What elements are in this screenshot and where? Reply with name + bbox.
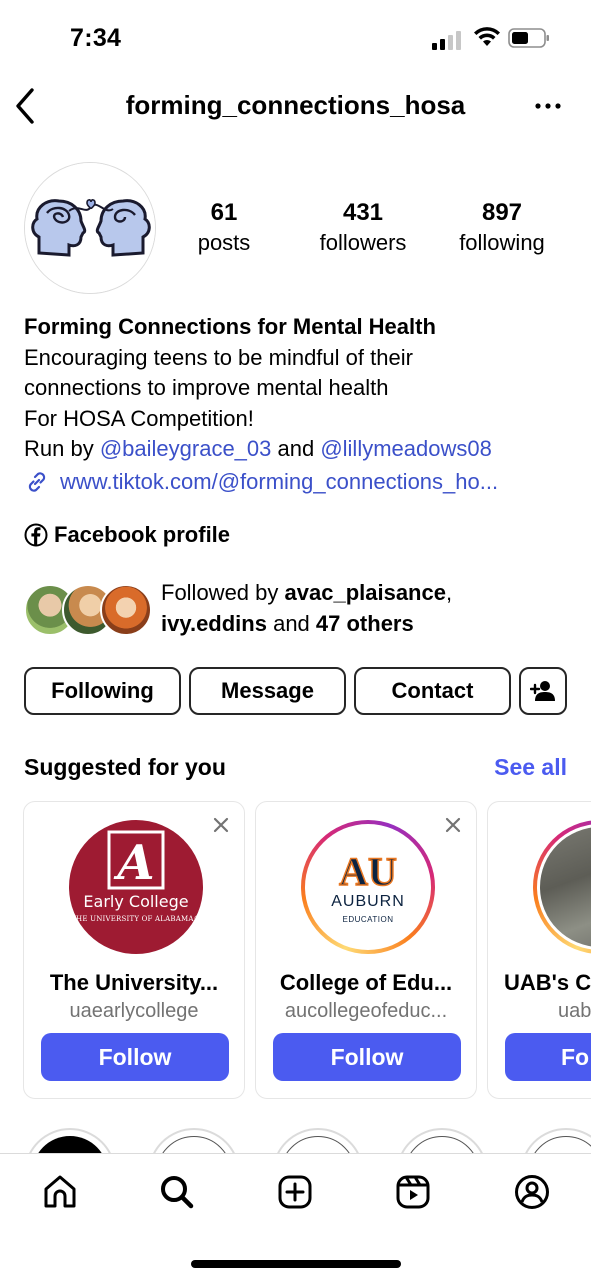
highlight-item[interactable]	[148, 1128, 240, 1154]
reels-icon[interactable]	[393, 1172, 433, 1212]
followed-by-text: Followed by avac_plaisance, ivy.eddins a…	[161, 578, 452, 639]
suggested-account-card[interactable]: UAB's C uab Fo	[487, 801, 591, 1099]
stat-following[interactable]: 897 following	[452, 198, 552, 258]
profile-icon[interactable]	[512, 1172, 552, 1212]
suggested-account-name: UAB's C	[504, 970, 591, 995]
stat-posts[interactable]: 61 posts	[194, 198, 254, 258]
avatar: AU AUBURN EDUCATION	[301, 820, 435, 954]
bio-website-link[interactable]: www.tiktok.com/@forming_connections_ho..…	[24, 467, 569, 498]
highlight-item[interactable]	[396, 1128, 488, 1154]
search-icon[interactable]	[157, 1172, 197, 1212]
dismiss-icon[interactable]	[212, 816, 230, 834]
highlight-item[interactable]	[24, 1128, 116, 1154]
wifi-icon	[474, 27, 500, 46]
suggested-account-name: College of Edu...	[279, 970, 453, 995]
suggested-account-handle: uaearlycollege	[69, 1000, 199, 1022]
suggested-users-button[interactable]	[519, 667, 567, 715]
highlight-item[interactable]	[520, 1128, 591, 1154]
alabama-logo-subtext: THE UNIVERSITY OF ALABAMA®	[71, 915, 201, 923]
home-indicator	[191, 1260, 401, 1268]
avatar	[100, 584, 152, 636]
suggested-account-handle: aucollegeofeduc...	[284, 1000, 448, 1022]
facebook-icon	[24, 523, 48, 547]
highlight-item[interactable]	[272, 1128, 364, 1154]
svg-text:A: A	[113, 835, 154, 891]
message-button[interactable]: Message	[189, 667, 346, 715]
following-button[interactable]: Following	[24, 667, 181, 715]
auburn-logo-text: AUBURN	[331, 893, 405, 910]
followed-by-prefix: Followed by	[161, 580, 285, 605]
profile-action-buttons: Following Message Contact	[24, 667, 569, 715]
follow-button[interactable]: Follow	[273, 1033, 461, 1081]
following-label: following	[459, 230, 545, 255]
mutual-followers-avatars	[24, 584, 154, 636]
status-time: 7:34	[70, 24, 122, 52]
suggested-account-card[interactable]: AU AUBURN EDUCATION College of Edu... au…	[255, 801, 477, 1099]
mutual-username: ivy.eddins	[161, 610, 267, 636]
auburn-logo-subtext: EDUCATION	[342, 915, 394, 924]
profile-header: forming_connections_hosa	[0, 78, 591, 134]
followed-by-section[interactable]: Followed by avac_plaisance, ivy.eddins a…	[24, 578, 569, 640]
suggested-account-name: The University...	[49, 970, 219, 995]
avatar	[533, 820, 591, 954]
mutual-others-count: 47 others	[315, 610, 414, 636]
posts-label: posts	[197, 230, 251, 255]
profile-avatar[interactable]	[24, 162, 156, 294]
following-count: 897	[481, 199, 523, 226]
create-icon[interactable]	[275, 1172, 315, 1212]
dismiss-icon[interactable]	[444, 816, 462, 834]
suggested-account-card[interactable]: A Early College THE UNIVERSITY OF ALABAM…	[23, 801, 245, 1099]
facebook-profile-link[interactable]: Facebook profile	[24, 522, 230, 548]
profile-username: forming_connections_hosa	[125, 90, 466, 120]
two-heads-logo-icon	[25, 163, 155, 293]
avatar: A Early College THE UNIVERSITY OF ALABAM…	[69, 820, 203, 954]
status-bar: 7:34	[0, 0, 591, 70]
bio-display-name: Forming Connections for Mental Health	[24, 314, 436, 339]
bio-link-text: www.tiktok.com/@forming_connections_ho..…	[60, 468, 499, 494]
battery-icon	[508, 28, 549, 48]
followers-label: followers	[319, 230, 407, 255]
alabama-logo-text: Early College	[83, 892, 189, 911]
bio-run-by-text: Run by	[24, 436, 100, 461]
home-icon[interactable]	[40, 1172, 80, 1212]
mutual-username: avac_plaisance	[284, 580, 446, 605]
followed-by-and: and	[266, 610, 316, 636]
bio-line: For HOSA Competition!	[24, 405, 254, 431]
svg-text:AU: AU	[339, 849, 397, 894]
followers-count: 431	[342, 199, 384, 226]
bio-line: Encouraging teens to be mindful of their	[24, 344, 413, 370]
bio-run-by-line: Run by @baileygrace_03 and @lillymeadows…	[24, 434, 569, 465]
followed-by-separator: ,	[445, 580, 453, 605]
follow-button[interactable]: Follow	[41, 1033, 229, 1081]
mention-link[interactable]: @baileygrace_03	[100, 436, 272, 461]
more-options-icon[interactable]	[534, 92, 562, 120]
suggested-title: Suggested for you	[24, 754, 226, 780]
facebook-profile-label: Facebook profile	[54, 522, 231, 547]
add-person-icon	[530, 681, 555, 701]
link-icon	[28, 472, 46, 492]
story-highlights	[0, 1128, 591, 1154]
suggested-header: Suggested for you See all	[24, 754, 567, 784]
suggested-account-handle: uab	[558, 1000, 591, 1022]
posts-count: 61	[210, 199, 238, 226]
contact-button[interactable]: Contact	[354, 667, 511, 715]
cellular-signal-icon	[432, 31, 461, 50]
profile-bio: Forming Connections for Mental Health En…	[24, 312, 569, 497]
auburn-logo-icon: AU	[338, 848, 397, 895]
bio-and-text: and	[271, 436, 321, 461]
stat-followers[interactable]: 431 followers	[313, 198, 413, 258]
follow-button[interactable]: Fo	[505, 1033, 591, 1081]
alabama-logo-icon: A	[107, 830, 165, 891]
bio-line: connections to improve mental health	[24, 375, 389, 400]
mention-link[interactable]: @lillymeadows08	[320, 436, 492, 461]
see-all-link[interactable]: See all	[494, 754, 567, 781]
